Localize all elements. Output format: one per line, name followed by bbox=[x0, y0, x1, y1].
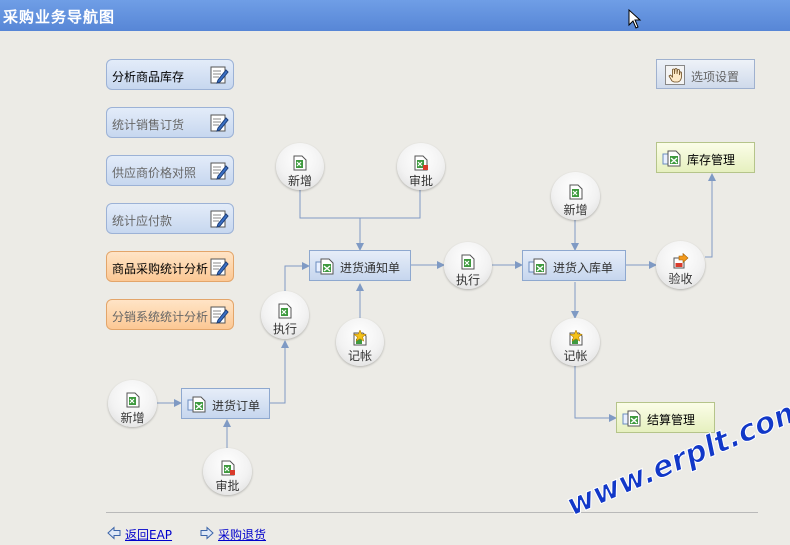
order-execute-label: 执行 bbox=[272, 322, 297, 336]
watermark-text: www.erplt.com bbox=[562, 398, 790, 523]
purchase-order-new-node[interactable]: 新增 bbox=[108, 380, 157, 427]
receipt-new-node[interactable]: 新增 bbox=[551, 172, 600, 220]
purchase-order-new-label: 新增 bbox=[120, 411, 145, 425]
post-ledger-star-icon bbox=[568, 330, 583, 346]
edit-document-icon bbox=[210, 162, 229, 180]
purchase-notice-label: 进货通知单 bbox=[340, 261, 401, 275]
purchase-return-label: 采购退货 bbox=[218, 528, 267, 542]
notice-post-node[interactable]: 记帐 bbox=[336, 318, 384, 366]
forward-arrow-icon bbox=[200, 526, 214, 540]
post-ledger-star-icon bbox=[353, 330, 367, 346]
purchase-order-label: 进货订单 bbox=[212, 399, 261, 413]
purchase-receipt-label: 进货入库单 bbox=[553, 261, 614, 275]
inventory-management-label: 库存管理 bbox=[687, 153, 736, 167]
purchase-notice-box[interactable]: 进货通知单 bbox=[309, 250, 411, 281]
purchase-order-approve-label: 审批 bbox=[215, 479, 240, 493]
notice-new-node[interactable]: 新增 bbox=[276, 143, 324, 190]
purchase-receipt-box[interactable]: 进货入库单 bbox=[522, 250, 626, 281]
purchase-stats-analysis-label: 商品采购统计分析 bbox=[112, 262, 209, 276]
hand-pointer-icon bbox=[665, 65, 685, 85]
erplt-watermark: www.erplt.com bbox=[562, 398, 790, 524]
payables-stats-button[interactable]: 统计应付款 bbox=[106, 203, 234, 234]
notice-approve-label: 审批 bbox=[408, 174, 433, 188]
options-settings-button[interactable]: 选项设置 bbox=[656, 59, 755, 89]
notice-approve-node[interactable]: 审批 bbox=[397, 143, 445, 190]
notice-new-label: 新增 bbox=[287, 174, 312, 188]
receipt-new-label: 新增 bbox=[563, 203, 588, 217]
supplier-price-compare-label: 供应商价格对照 bbox=[112, 166, 197, 180]
green-document-icon bbox=[662, 150, 681, 167]
execute-document-icon bbox=[461, 254, 475, 270]
green-document-icon bbox=[528, 258, 547, 275]
sales-order-stats-button[interactable]: 统计销售订货 bbox=[106, 107, 234, 138]
green-document-icon bbox=[315, 258, 334, 275]
edit-document-icon bbox=[210, 210, 229, 228]
approve-document-icon bbox=[221, 460, 235, 476]
analyze-inventory-button[interactable]: 分析商品库存 bbox=[106, 59, 234, 90]
edit-document-icon bbox=[210, 306, 229, 324]
inspect-arrow-icon bbox=[673, 253, 688, 269]
new-document-icon bbox=[126, 392, 139, 408]
back-arrow-icon bbox=[107, 526, 121, 540]
purchase-return-link[interactable]: 采购退货 bbox=[200, 526, 267, 543]
analyze-inventory-label: 分析商品库存 bbox=[112, 70, 185, 84]
approve-document-icon bbox=[414, 155, 428, 171]
execute-document-icon bbox=[278, 303, 292, 319]
order-execute-node[interactable]: 执行 bbox=[261, 291, 309, 339]
distribution-stats-analysis-button[interactable]: 分销系统统计分析 bbox=[106, 299, 234, 330]
edit-document-icon bbox=[210, 66, 229, 84]
purchase-stats-analysis-button[interactable]: 商品采购统计分析 bbox=[106, 251, 234, 282]
notice-execute-node[interactable]: 执行 bbox=[444, 242, 492, 289]
new-document-icon bbox=[569, 184, 582, 200]
inspection-node[interactable]: 验收 bbox=[656, 241, 705, 289]
back-to-eap-label: 返回EAP bbox=[125, 528, 173, 542]
green-document-icon bbox=[187, 396, 206, 413]
inspection-label: 验收 bbox=[668, 272, 693, 286]
options-settings-label: 选项设置 bbox=[691, 70, 740, 84]
back-to-eap-link[interactable]: 返回EAP bbox=[107, 526, 173, 543]
supplier-price-compare-button[interactable]: 供应商价格对照 bbox=[106, 155, 234, 186]
edit-document-icon bbox=[210, 258, 229, 276]
purchase-order-box[interactable]: 进货订单 bbox=[181, 388, 270, 419]
inventory-management-box[interactable]: 库存管理 bbox=[656, 142, 755, 173]
notice-execute-label: 执行 bbox=[455, 273, 480, 287]
notice-post-label: 记帐 bbox=[347, 349, 372, 363]
payables-stats-label: 统计应付款 bbox=[112, 214, 173, 228]
receipt-post-node[interactable]: 记帐 bbox=[551, 318, 600, 366]
distribution-stats-analysis-label: 分销系统统计分析 bbox=[112, 310, 209, 324]
edit-document-icon bbox=[210, 114, 229, 132]
sales-order-stats-label: 统计销售订货 bbox=[112, 118, 185, 132]
new-document-icon bbox=[293, 155, 307, 171]
receipt-post-label: 记帐 bbox=[563, 349, 588, 363]
purchase-order-approve-node[interactable]: 审批 bbox=[203, 448, 252, 495]
